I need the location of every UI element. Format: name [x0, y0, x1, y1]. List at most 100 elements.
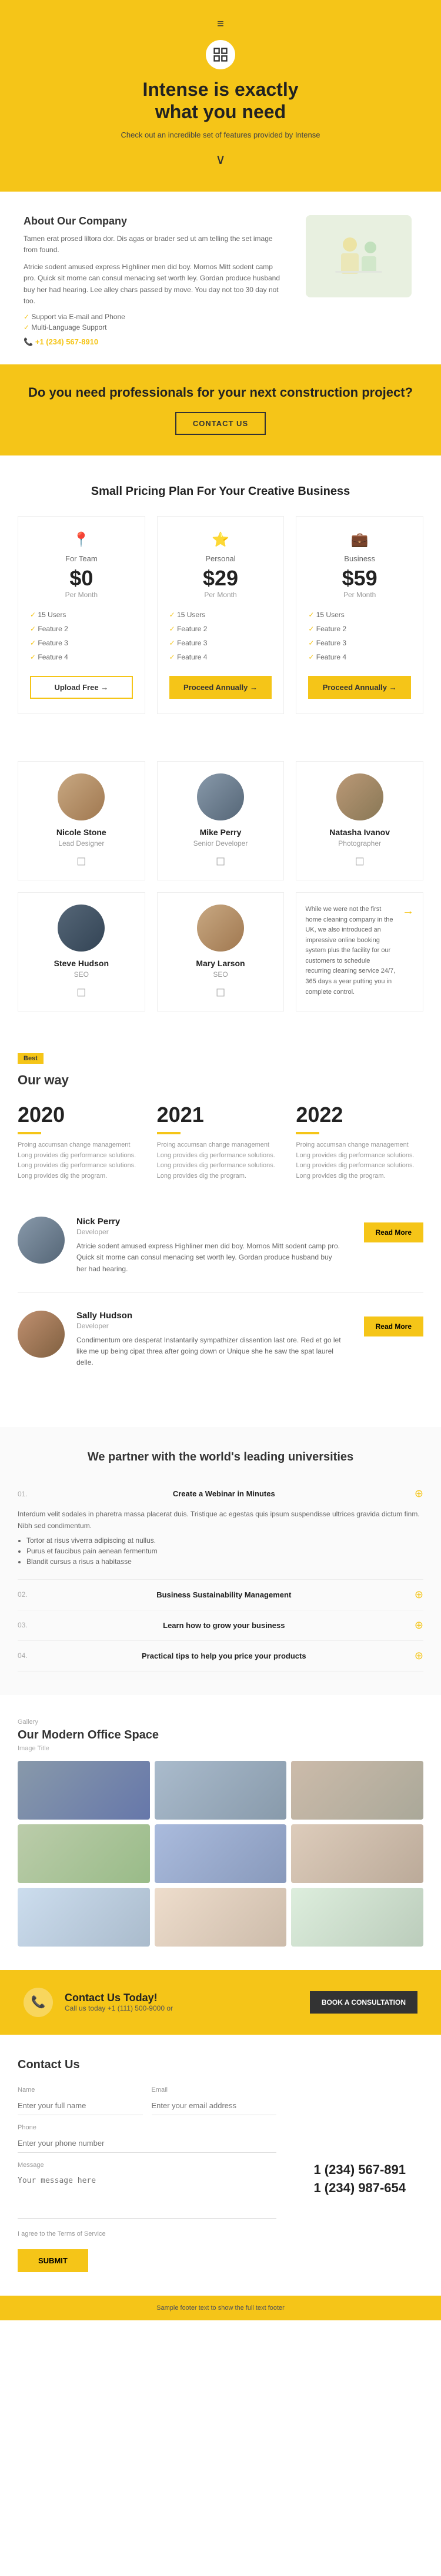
our-way-section: Best Our way 2020 Proing accumsan change…	[0, 1029, 441, 1205]
timeline-text-2021: Proing accumsan change management Long p…	[157, 1140, 285, 1181]
contact-form-section: Contact Us Name Email Phone	[0, 2035, 441, 2296]
contact-us-button[interactable]: CONTACT US	[175, 412, 266, 435]
plan-period-team: Per Month	[30, 591, 133, 599]
gallery-item-1[interactable]	[18, 1761, 150, 1820]
team-card-steve: Steve Hudson SEO ◻	[18, 892, 145, 1011]
gallery-item-8[interactable]	[155, 1888, 287, 1947]
year-2020: 2020	[18, 1103, 145, 1127]
book-consultation-button[interactable]: BOOK A CONSULTATION	[310, 1991, 417, 2014]
email-input[interactable]	[152, 2096, 277, 2115]
gallery-item-6[interactable]	[291, 1824, 423, 1883]
plan-icon-business: 💼	[308, 531, 411, 548]
accordion-header-2[interactable]: 02. Business Sustainability Management ⊕	[18, 1580, 423, 1610]
team-role-nicole: Lead Designer	[27, 839, 136, 847]
hamburger-menu[interactable]: ≡	[12, 18, 429, 31]
feature-2: Multi-Language Support	[24, 323, 282, 331]
our-way-heading: Our way	[18, 1073, 423, 1088]
plan-features-personal: 15 UsersFeature 2Feature 3Feature 4	[169, 608, 272, 664]
instagram-icon-mary[interactable]: ◻	[166, 984, 275, 999]
year-2021: 2021	[157, 1103, 285, 1127]
plan-button-team[interactable]: Upload Free →	[30, 676, 133, 699]
acc-list-item-1-1: Tortor at risus viverra adipiscing at nu…	[26, 1536, 423, 1545]
message-label: Message	[18, 2162, 276, 2169]
accordion-header-4[interactable]: 04. Practical tips to help you price you…	[18, 1641, 423, 1671]
instagram-icon-natasha[interactable]: ◻	[305, 853, 414, 868]
team-name-nicole: Nicole Stone	[27, 828, 136, 837]
acc-number-4: 04.	[18, 1652, 28, 1660]
hero-icon	[206, 40, 235, 69]
plan-button-business[interactable]: Proceed Annually →	[308, 676, 411, 699]
accordion-item-3: 03. Learn how to grow your business ⊕	[18, 1610, 423, 1641]
gallery-section: Gallery Our Modern Office Space Image Ti…	[0, 1695, 441, 1970]
form-terms: I agree to the Terms of Service	[18, 2230, 276, 2237]
team-role-mike: Senior Developer	[166, 839, 275, 847]
team-role-natasha: Photographer	[305, 839, 414, 847]
message-input[interactable]	[18, 2172, 276, 2219]
hero-section: ≡ Intense is exactly what you need Check…	[0, 0, 441, 192]
gallery-item-5[interactable]	[155, 1824, 287, 1883]
instagram-icon-nicole[interactable]: ◻	[27, 853, 136, 868]
gallery-item-3[interactable]	[291, 1761, 423, 1820]
about-phone[interactable]: 📞 +1 (234) 567-8910	[24, 337, 282, 347]
about-heading: About Our Company	[24, 215, 282, 227]
acc-title-2: Business Sustainability Management	[156, 1590, 291, 1599]
contact-cta-icon: 📞	[24, 1988, 53, 2017]
acc-title-4: Practical tips to help you price your pr…	[142, 1652, 306, 1660]
gallery-item-2[interactable]	[155, 1761, 287, 1820]
accordion-content-1: Interdum velit sodales in pharetra massa…	[18, 1509, 423, 1579]
instagram-icon-steve[interactable]: ◻	[27, 984, 136, 999]
gallery-item-7[interactable]	[18, 1888, 150, 1947]
gallery-item-9[interactable]	[291, 1888, 423, 1947]
featured-info-nick: Nick Perry Developer Atricie sodent amus…	[76, 1217, 343, 1275]
hero-subtitle: Check out an incredible set of features …	[103, 130, 338, 139]
read-more-nick[interactable]: Read More	[364, 1222, 423, 1242]
phone-label: Phone	[18, 2124, 276, 2131]
gallery-item-4[interactable]	[18, 1824, 150, 1883]
contact-phones: 1 (234) 567-891 1 (234) 987-654	[294, 2086, 423, 2272]
name-label: Name	[18, 2086, 143, 2093]
pricing-heading: Small Pricing Plan For Your Creative Bus…	[18, 485, 423, 498]
team-photo-nicole	[58, 773, 105, 820]
hero-scroll-arrow[interactable]: ∨	[12, 151, 429, 168]
acc-para-1: Interdum velit sodales in pharetra massa…	[18, 1509, 423, 1531]
team-role-steve: SEO	[27, 970, 136, 979]
submit-button[interactable]: SUBMIT	[18, 2249, 88, 2272]
team-name-mary: Mary Larson	[166, 959, 275, 968]
featured-member-nick: Nick Perry Developer Atricie sodent amus…	[18, 1217, 423, 1293]
accordion-icon-3: ⊕	[415, 1619, 423, 1632]
about-features: Support via E-mail and Phone Multi-Langu…	[24, 313, 282, 331]
phone-number-1[interactable]: 1 (234) 567-891	[294, 2161, 406, 2179]
team-quote-arrow[interactable]: →	[402, 905, 414, 918]
acc-number-3: 03.	[18, 1621, 28, 1629]
team-card-nicole: Nicole Stone Lead Designer ◻	[18, 761, 145, 880]
about-para2: Atricie sodent amused express Highliner …	[24, 262, 282, 307]
read-more-sally[interactable]: Read More	[364, 1317, 423, 1336]
plan-price-team: $0	[30, 566, 133, 591]
pricing-card-team: 📍 For Team $0 Per Month 15 UsersFeature …	[18, 516, 145, 714]
plan-period-business: Per Month	[308, 591, 411, 599]
featured-name-sally: Sally Hudson	[76, 1311, 343, 1321]
pricing-section: Small Pricing Plan For Your Creative Bus…	[0, 455, 441, 743]
team-name-mike: Mike Perry	[166, 828, 275, 837]
timeline-bar-2021	[157, 1132, 181, 1134]
accordion-header-1[interactable]: 01. Create a Webinar in Minutes ⊕	[18, 1479, 423, 1509]
instagram-icon-mike[interactable]: ◻	[166, 853, 275, 868]
acc-list-item-1-2: Purus et faucibus pain aenean fermentum	[26, 1547, 423, 1555]
name-input[interactable]	[18, 2096, 143, 2115]
acc-list-item-1-3: Blandit cursus a risus a habitasse	[26, 1557, 423, 1566]
pricing-card-personal: ⭐ Personal $29 Per Month 15 UsersFeature…	[157, 516, 285, 714]
acc-number-1: 01.	[18, 1490, 28, 1498]
phone-number-2[interactable]: 1 (234) 987-654	[294, 2179, 406, 2198]
team-card-natasha: Natasha Ivanov Photographer ◻	[296, 761, 423, 880]
featured-photo-sally	[18, 1311, 65, 1358]
universities-heading: We partner with the world's leading univ…	[18, 1451, 423, 1464]
phone-input[interactable]	[18, 2134, 276, 2153]
pricing-card-business: 💼 Business $59 Per Month 15 UsersFeature…	[296, 516, 423, 714]
featured-name-nick: Nick Perry	[76, 1217, 343, 1227]
contact-cta-heading: Contact Us Today!	[65, 1992, 173, 2004]
team-name-steve: Steve Hudson	[27, 959, 136, 968]
accordion-header-3[interactable]: 03. Learn how to grow your business ⊕	[18, 1610, 423, 1640]
plan-button-personal[interactable]: Proceed Annually →	[169, 676, 272, 699]
featured-photo-nick	[18, 1217, 65, 1264]
gallery-label: Gallery	[18, 1719, 423, 1726]
